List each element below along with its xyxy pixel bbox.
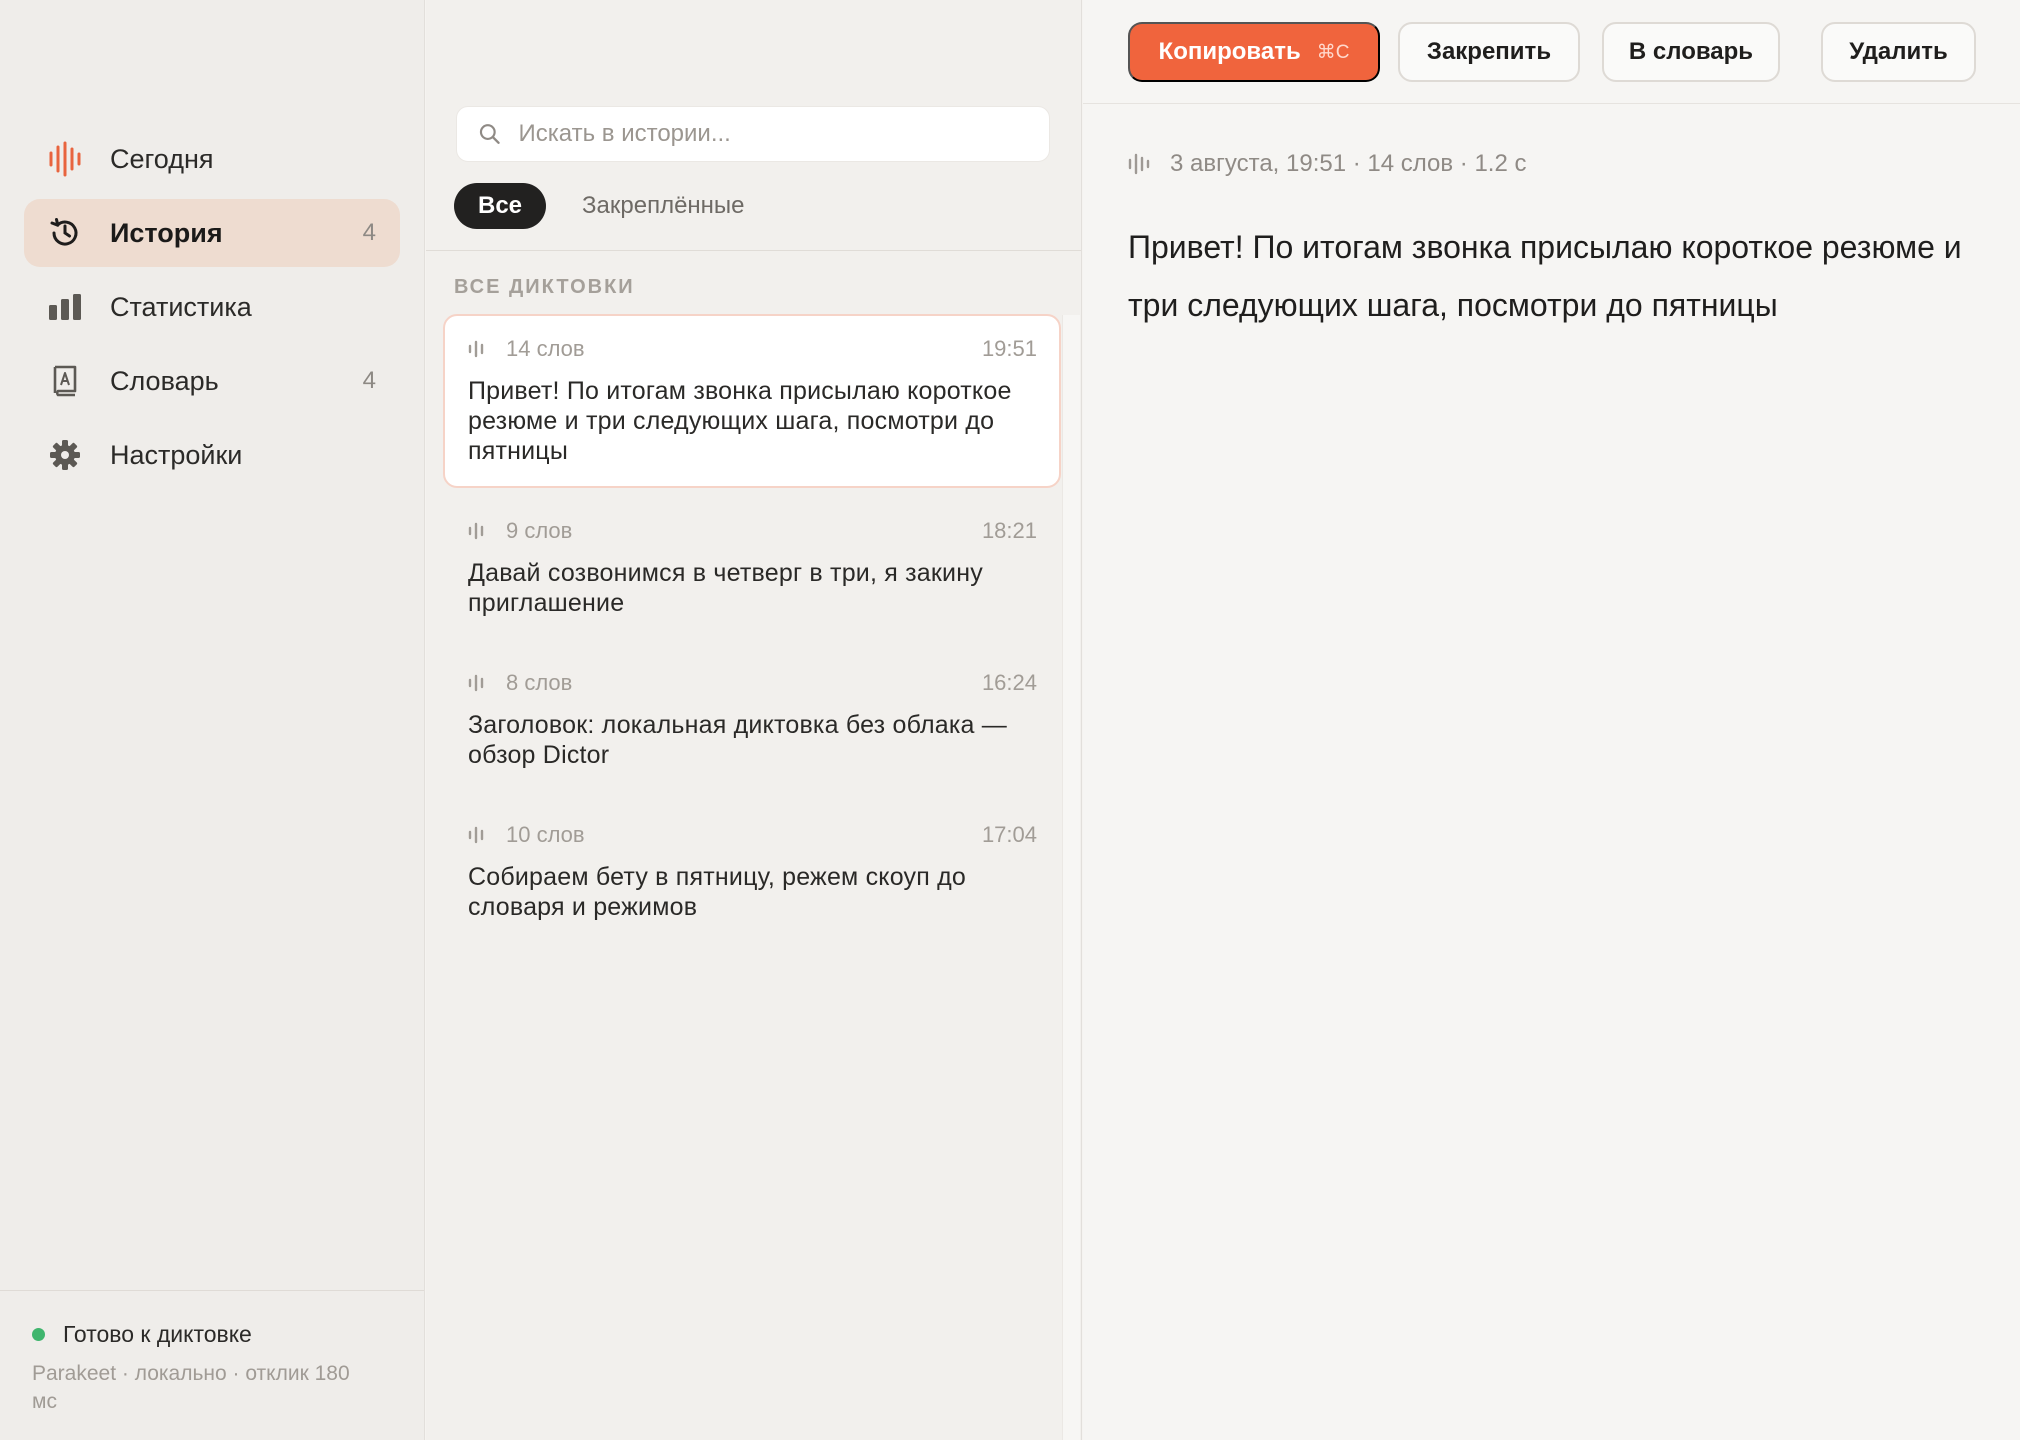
waveform-icon (468, 826, 484, 844)
entry-text: Заголовок: локальная диктовка без облака… (468, 711, 1007, 769)
word-count: 10 слов (506, 822, 585, 847)
word-count: 9 слов (506, 518, 573, 543)
detail-panel: Копировать ⌘C Закрепить В словарь Удалит… (1083, 0, 2020, 1440)
status-text: Готово к диктовке (63, 1321, 252, 1347)
sidebar-item-label: Статистика (110, 291, 252, 322)
filter-all[interactable]: Все (454, 183, 547, 229)
sidebar-item-history[interactable]: История 4 (24, 199, 400, 267)
timestamp: 19:51 (981, 336, 1037, 361)
add-to-dictionary-button[interactable]: В словарь (1602, 22, 1780, 82)
entry-meta: 10 слов 17:04 (468, 822, 1037, 848)
waveform-icon (46, 140, 84, 178)
list-item[interactable]: 10 слов 17:04 Собираем бету в пятницу, р… (443, 800, 1061, 944)
entry-text: Давай созвонимся в четверг в три, я заки… (468, 559, 983, 617)
waveform-icon (468, 340, 484, 358)
toolbar: Копировать ⌘C Закрепить В словарь Удалит… (1083, 0, 2020, 104)
waveform-icon (468, 674, 484, 692)
count-badge: 4 (362, 219, 376, 246)
shortcut-hint: ⌘C (1316, 41, 1350, 63)
scrollbar[interactable] (1062, 315, 1080, 1440)
transcript-text[interactable]: Привет! По итогам звонка присылаю коротк… (1128, 218, 1988, 334)
list-item[interactable]: 9 слов 18:21 Давай созвонимся в четверг … (443, 496, 1061, 640)
sidebar-item-settings[interactable]: Настройки (24, 421, 400, 489)
timestamp: 18:21 (981, 518, 1037, 543)
status-dot (32, 1328, 45, 1341)
filter-tabs: Все Закреплённые (454, 183, 769, 229)
list-item[interactable]: 14 слов 19:51 Привет! По итогам звонка п… (443, 314, 1061, 488)
sidebar-item-label: Сегодня (110, 143, 214, 174)
detail-meta-text: 3 августа, 19:51 · 14 слов · 1.2 с (1170, 150, 1527, 177)
copy-label: Копировать (1158, 38, 1301, 65)
history-entries: 14 слов 19:51 Привет! По итогам звонка п… (443, 314, 1061, 952)
status-panel: Готово к диктовке Parakeet · локально · … (0, 1290, 424, 1440)
search-input[interactable] (518, 120, 1027, 148)
search-box[interactable] (456, 106, 1050, 162)
dictionary-book-icon (46, 362, 84, 400)
word-count: 14 слов (506, 336, 585, 361)
detail-meta: 3 августа, 19:51 · 14 слов · 1.2 с (1128, 150, 1526, 178)
delete-button[interactable]: Удалить (1821, 22, 1976, 82)
list-item[interactable]: 8 слов 16:24 Заголовок: локальная диктов… (443, 648, 1061, 792)
sidebar-item-label: История (110, 217, 223, 248)
search-icon (479, 124, 500, 144)
timestamp: 17:04 (981, 822, 1037, 847)
sidebar-item-label: Словарь (110, 365, 219, 396)
status-detail: Parakeet · локально · отклик 180 мс (32, 1362, 350, 1413)
sidebar-item-dictionary[interactable]: Словарь 4 (24, 347, 400, 415)
sidebar-item-today[interactable]: Сегодня (24, 125, 400, 193)
gear-icon (46, 436, 84, 474)
waveform-icon (468, 522, 484, 540)
sidebar-item-label: Настройки (110, 439, 243, 470)
section-title: ВСЕ ДИКТОВКИ (454, 276, 635, 298)
divider (426, 250, 1081, 251)
entry-text: Собираем бету в пятницу, режем скоуп до … (468, 863, 967, 921)
sidebar-item-statistics[interactable]: Статистика (24, 273, 400, 341)
status-line: Готово к диктовке (32, 1321, 424, 1348)
entry-meta: 8 слов 16:24 (468, 670, 1037, 696)
copy-button[interactable]: Копировать ⌘C (1128, 22, 1380, 82)
word-count: 8 слов (506, 670, 573, 695)
bar-chart-icon (46, 288, 84, 326)
timestamp: 16:24 (981, 670, 1037, 695)
entry-meta: 9 слов 18:21 (468, 518, 1037, 544)
count-badge: 4 (362, 367, 376, 394)
pin-button[interactable]: Закрепить (1398, 22, 1580, 82)
entry-text: Привет! По итогам звонка присылаю коротк… (468, 377, 1012, 465)
sidebar-nav: Сегодня История 4 Статистика Словарь 4 Н… (24, 125, 400, 495)
history-list-panel: Все Закреплённые ВСЕ ДИКТОВКИ 14 слов 19… (426, 0, 1082, 1440)
waveform-icon (1128, 153, 1150, 175)
sidebar: Сегодня История 4 Статистика Словарь 4 Н… (0, 0, 425, 1440)
filter-pinned[interactable]: Закреплённые (558, 183, 769, 229)
entry-meta: 14 слов 19:51 (468, 336, 1037, 362)
history-clock-icon (46, 214, 84, 252)
